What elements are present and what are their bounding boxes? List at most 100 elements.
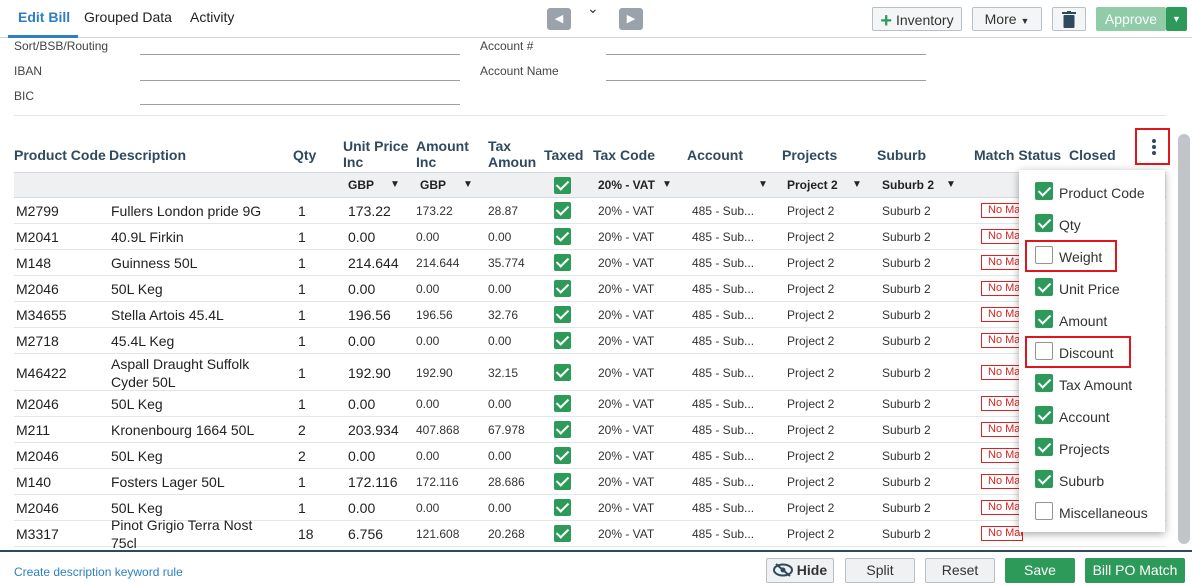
match-status-badge[interactable]: No Match [981, 364, 1023, 380]
project-select[interactable]: Project 2 [787, 230, 834, 244]
column-option-checkbox[interactable] [1035, 502, 1053, 520]
match-status-badge[interactable]: No Match [981, 281, 1023, 296]
suburb-filter[interactable]: Suburb 2 [882, 178, 934, 192]
taxed-checkbox[interactable] [554, 525, 571, 542]
header-match-status[interactable]: Match Status [974, 147, 1061, 163]
match-status-badge[interactable]: No Match [981, 333, 1023, 348]
column-option-qty[interactable]: Qty [1019, 210, 1165, 240]
match-status-badge[interactable]: No Match [981, 255, 1023, 270]
taxed-checkbox[interactable] [554, 202, 571, 219]
account-name-field[interactable] [606, 80, 926, 81]
tax-code-select[interactable]: 20% - VAT [598, 256, 654, 270]
header-projects[interactable]: Projects [782, 147, 837, 163]
suburb-select[interactable]: Suburb 2 [882, 334, 931, 348]
column-option-product-code[interactable]: Product Code [1019, 178, 1165, 208]
header-closed[interactable]: Closed [1069, 147, 1116, 163]
tax-code-select[interactable]: 20% - VAT [598, 449, 654, 463]
project-select[interactable]: Project 2 [787, 527, 834, 541]
qty-cell[interactable]: 1 [298, 255, 306, 271]
suburb-select[interactable]: Suburb 2 [882, 230, 931, 244]
bill-po-match-button[interactable]: Bill PO Match [1085, 558, 1185, 583]
project-select[interactable]: Project 2 [787, 282, 834, 296]
header-unit-price[interactable]: Unit Price Inc [343, 138, 413, 170]
unit-price-cell[interactable]: 172.116 [348, 474, 398, 490]
save-button[interactable]: Save [1005, 558, 1075, 583]
amount-currency-filter[interactable]: GBP [420, 178, 446, 192]
caret-down-icon[interactable]: ▼ [946, 179, 956, 190]
unit-price-cell[interactable]: 0.00 [348, 396, 375, 412]
account-select[interactable]: 485 - Sub... [692, 475, 754, 489]
project-select[interactable]: Project 2 [787, 256, 834, 270]
tax-code-select[interactable]: 20% - VAT [598, 423, 654, 437]
account-select[interactable]: 485 - Sub... [692, 527, 754, 541]
qty-cell[interactable]: 1 [298, 365, 306, 381]
caret-down-icon[interactable]: ▼ [463, 179, 473, 190]
taxed-checkbox[interactable] [554, 447, 571, 464]
suburb-select[interactable]: Suburb 2 [882, 256, 931, 270]
column-option-checkbox[interactable] [1035, 182, 1053, 200]
column-option-checkbox[interactable] [1035, 406, 1053, 424]
column-options-button[interactable] [1135, 128, 1170, 165]
project-select[interactable]: Project 2 [787, 334, 834, 348]
account-select[interactable]: 485 - Sub... [692, 501, 754, 515]
chevron-down-icon[interactable]: ⌄ [587, 0, 599, 17]
unit-price-cell[interactable]: 6.756 [348, 526, 383, 542]
tax-code-select[interactable]: 20% - VAT [598, 397, 654, 411]
taxed-checkbox[interactable] [554, 421, 571, 438]
column-option-checkbox[interactable] [1035, 374, 1053, 392]
account-select[interactable]: 485 - Sub... [692, 230, 754, 244]
suburb-select[interactable]: Suburb 2 [882, 423, 931, 437]
account-select[interactable]: 485 - Sub... [692, 449, 754, 463]
header-tax-amount[interactable]: Tax Amoun [488, 138, 538, 170]
more-dropdown-button[interactable]: More ▼ [972, 7, 1042, 31]
column-option-checkbox[interactable] [1035, 438, 1053, 456]
tab-activity[interactable]: Activity [190, 9, 234, 25]
approve-button[interactable]: Approve [1096, 7, 1166, 31]
match-status-badge[interactable]: No Match [981, 396, 1023, 411]
qty-cell[interactable]: 1 [298, 500, 306, 516]
match-status-badge[interactable]: No Match [981, 229, 1023, 244]
match-status-badge[interactable]: No Match [981, 474, 1023, 489]
tax-code-select[interactable]: 20% - VAT [598, 334, 654, 348]
tax-code-select[interactable]: 20% - VAT [598, 475, 654, 489]
qty-cell[interactable]: 1 [298, 474, 306, 490]
unit-price-cell[interactable]: 0.00 [348, 229, 375, 245]
column-option-checkbox[interactable] [1035, 470, 1053, 488]
taxed-checkbox[interactable] [554, 228, 571, 245]
unit-price-cell[interactable]: 173.22 [348, 203, 391, 219]
unit-price-cell[interactable]: 192.90 [348, 365, 391, 381]
unit-price-cell[interactable]: 203.934 [348, 422, 399, 438]
project-select[interactable]: Project 2 [787, 475, 834, 489]
unit-price-cell[interactable]: 214.644 [348, 255, 399, 271]
column-option-account[interactable]: Account [1019, 402, 1165, 432]
column-option-tax-amount[interactable]: Tax Amount [1019, 370, 1165, 400]
qty-cell[interactable]: 1 [298, 307, 306, 323]
taxed-filter-checkbox[interactable] [554, 177, 571, 194]
unit-price-currency-filter[interactable]: GBP [348, 178, 374, 192]
project-select[interactable]: Project 2 [787, 423, 834, 437]
column-option-checkbox[interactable] [1035, 310, 1053, 328]
account-select[interactable]: 485 - Sub... [692, 282, 754, 296]
previous-bill-button[interactable]: ◀ [547, 8, 571, 30]
header-account[interactable]: Account [687, 147, 743, 163]
match-status-badge[interactable]: No Match [981, 422, 1023, 437]
account-select[interactable]: 485 - Sub... [692, 308, 754, 322]
match-status-badge[interactable]: No Match [981, 448, 1023, 463]
qty-cell[interactable]: 1 [298, 203, 306, 219]
unit-price-cell[interactable]: 0.00 [348, 281, 375, 297]
qty-cell[interactable]: 2 [298, 448, 306, 464]
column-option-unit-price[interactable]: Unit Price [1019, 274, 1165, 304]
match-status-badge[interactable]: No Match [981, 307, 1023, 322]
column-option-checkbox[interactable] [1035, 278, 1053, 296]
account-select[interactable]: 485 - Sub... [692, 423, 754, 437]
qty-cell[interactable]: 2 [298, 422, 306, 438]
project-select[interactable]: Project 2 [787, 501, 834, 515]
header-qty[interactable]: Qty [293, 147, 316, 163]
header-suburb[interactable]: Suburb [877, 147, 926, 163]
taxed-checkbox[interactable] [554, 332, 571, 349]
column-option-suburb[interactable]: Suburb [1019, 466, 1165, 496]
inventory-button[interactable]: + Inventory [872, 7, 962, 32]
tax-code-select[interactable]: 20% - VAT [598, 501, 654, 515]
project-select[interactable]: Project 2 [787, 449, 834, 463]
qty-cell[interactable]: 1 [298, 281, 306, 297]
